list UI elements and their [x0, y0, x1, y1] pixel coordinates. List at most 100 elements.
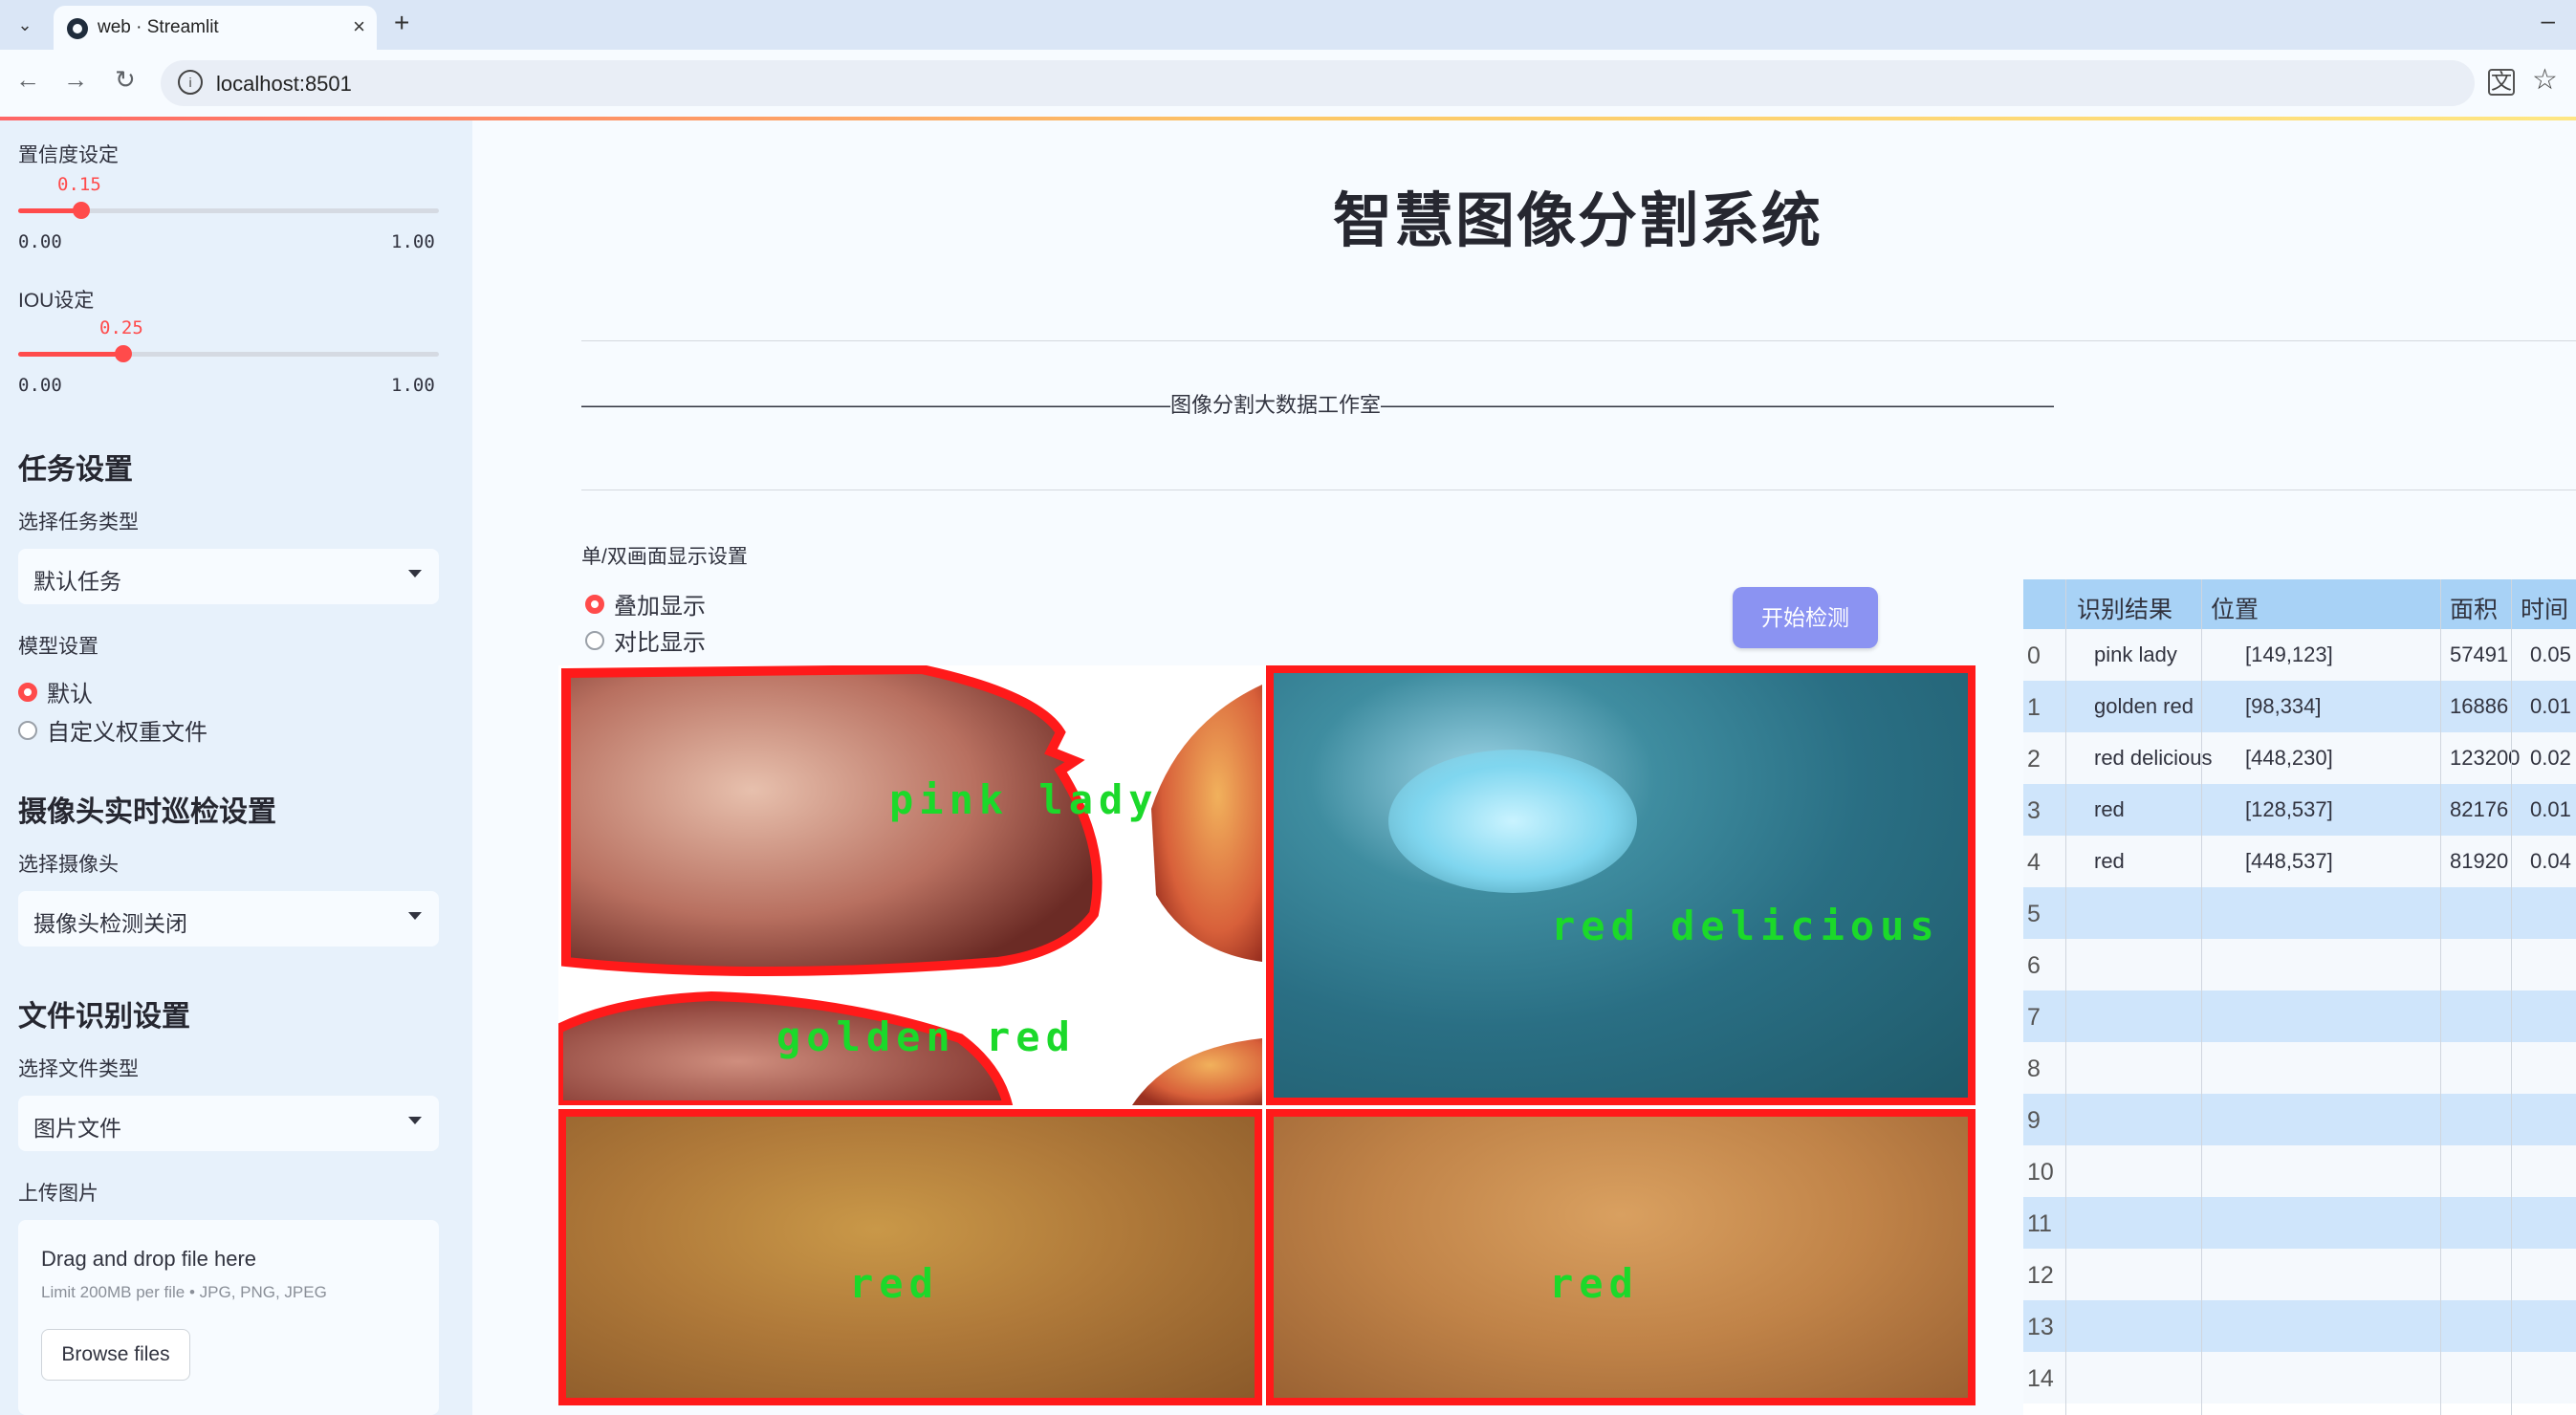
image-quadrant-top-left: pink lady golden red: [558, 665, 1262, 1105]
camera-settings-heading: 摄像头实时巡检设置: [18, 796, 276, 828]
table-header: 识别结果 位置 面积 时间: [2023, 579, 2576, 629]
table-row-empty[interactable]: 12: [2023, 1249, 2576, 1300]
row-index: 10: [2027, 1159, 2054, 1186]
model-option-default[interactable]: 默认: [18, 675, 93, 708]
task-type-select[interactable]: 默认任务: [18, 549, 439, 604]
row-index: 13: [2027, 1314, 2054, 1340]
iou-value: 0.25: [99, 317, 143, 338]
upload-title: Drag and drop file here: [41, 1247, 257, 1271]
row-index: 2: [2027, 746, 2041, 773]
forward-arrow-icon[interactable]: →: [63, 65, 88, 95]
display-option-compare-label: 对比显示: [614, 630, 706, 656]
file-uploader-dropzone[interactable]: Drag and drop file here Limit 200MB per …: [18, 1220, 439, 1415]
back-arrow-icon[interactable]: ←: [15, 65, 40, 95]
segment-label-red-1: red: [849, 1260, 939, 1307]
cell-time: 0.04: [2530, 849, 2571, 873]
apple-right-edge: [1151, 685, 1262, 962]
radio-selected-icon: [585, 594, 604, 614]
cell-time: 0.01: [2530, 797, 2571, 821]
url-field[interactable]: i localhost:8501: [161, 60, 2475, 106]
table-row[interactable]: 3 red [128,537] 82176 0.01: [2023, 784, 2576, 836]
bookmark-star-icon[interactable]: ☆: [2532, 63, 2558, 97]
segment-label-red-2: red: [1549, 1260, 1639, 1307]
header-result: 识别结果: [2077, 597, 2173, 623]
browse-files-button[interactable]: Browse files: [41, 1329, 190, 1381]
segment-label-red-delicious: red delicious: [1551, 903, 1940, 949]
tab-title: web · Streamlit: [98, 17, 219, 37]
segment-label-pink-lady: pink lady: [889, 776, 1159, 823]
upload-limit: Limit 200MB per file • JPG, PNG, JPEG: [41, 1283, 327, 1301]
cell-time: 0.01: [2530, 694, 2571, 718]
row-index: 8: [2027, 1056, 2041, 1082]
row-index: 11: [2027, 1210, 2052, 1237]
table-row-empty[interactable]: 13: [2023, 1300, 2576, 1352]
minimize-icon[interactable]: –: [2542, 6, 2555, 35]
camera-label: 选择摄像头: [18, 854, 119, 876]
cell-result: red delicious: [2094, 746, 2213, 770]
apple-bottom-right: [1132, 1038, 1262, 1105]
task-type-value: 默认任务: [33, 569, 121, 594]
model-settings-label: 模型设置: [18, 636, 98, 658]
iou-slider-thumb[interactable]: [115, 345, 132, 362]
table-row[interactable]: 1 golden red [98,334] 16886 0.01: [2023, 681, 2576, 732]
file-type-select[interactable]: 图片文件: [18, 1096, 439, 1151]
cell-area: 81920: [2450, 849, 2509, 873]
browser-tab[interactable]: web · Streamlit ×: [54, 6, 377, 50]
row-index: 9: [2027, 1107, 2041, 1134]
chevron-down-icon: [408, 1117, 422, 1124]
task-type-label: 选择任务类型: [18, 512, 139, 533]
results-table[interactable]: 识别结果 位置 面积 时间 0 pink lady [149,123] 5749…: [2023, 579, 2576, 1415]
radio-unselected-icon: [18, 720, 37, 740]
table-row-empty[interactable]: 7: [2023, 990, 2576, 1042]
table-row-empty[interactable]: 10: [2023, 1145, 2576, 1197]
row-index: 12: [2027, 1262, 2054, 1289]
iou-label: IOU设定: [18, 290, 95, 312]
display-option-compare[interactable]: 对比显示: [585, 623, 706, 657]
table-row-empty[interactable]: 6: [2023, 939, 2576, 990]
url-text: localhost:8501: [216, 72, 352, 96]
table-row[interactable]: 2 red delicious [448,230] 123200 0.02: [2023, 732, 2576, 784]
cell-position: [448,537]: [2245, 849, 2333, 873]
confidence-slider[interactable]: [18, 202, 439, 219]
reload-icon[interactable]: ↻: [115, 65, 136, 95]
radio-unselected-icon: [585, 630, 604, 650]
start-detection-button[interactable]: 开始检测: [1733, 587, 1878, 648]
banner-text: ————————————————————————————图像分割大数据工作室——…: [581, 393, 2055, 417]
table-row-empty[interactable]: 11: [2023, 1197, 2576, 1249]
site-info-icon[interactable]: i: [178, 70, 203, 95]
confidence-max: 1.00: [391, 231, 435, 252]
iou-min: 0.00: [18, 375, 62, 396]
table-row-empty[interactable]: 9: [2023, 1094, 2576, 1145]
table-row[interactable]: 4 red [448,537] 81920 0.04: [2023, 836, 2576, 887]
segmentation-result-image: pink lady golden red red delicious red r…: [558, 665, 1976, 1405]
table-row-empty[interactable]: 14: [2023, 1352, 2576, 1404]
table-row[interactable]: 0 pink lady [149,123] 57491 0.05: [2023, 629, 2576, 681]
row-index: 0: [2027, 642, 2041, 669]
cell-position: [149,123]: [2245, 642, 2333, 666]
tab-search-chevron-icon[interactable]: ⌄: [10, 10, 40, 40]
row-index: 3: [2027, 797, 2041, 824]
display-option-overlay[interactable]: 叠加显示: [585, 587, 706, 620]
confidence-slider-thumb[interactable]: [73, 202, 90, 219]
model-option-default-label: 默认: [47, 682, 93, 708]
cell-result: red: [2094, 849, 2125, 873]
chevron-down-icon: [408, 570, 422, 577]
streamlit-favicon-icon: [67, 18, 88, 39]
translate-icon[interactable]: 文: [2488, 69, 2515, 96]
new-tab-plus-icon[interactable]: +: [394, 8, 409, 38]
camera-select[interactable]: 摄像头检测关闭: [18, 891, 439, 947]
browser-tab-bar: ⌄ web · Streamlit × + –: [0, 0, 2576, 50]
column-divider: [2065, 579, 2066, 1415]
cell-result: red: [2094, 797, 2125, 821]
file-settings-heading: 文件识别设置: [18, 1001, 190, 1033]
table-row-empty[interactable]: 8: [2023, 1042, 2576, 1094]
cell-time: 0.02: [2530, 746, 2571, 770]
header-area: 面积: [2450, 597, 2499, 623]
iou-slider[interactable]: [18, 345, 439, 362]
table-row-empty[interactable]: 5: [2023, 887, 2576, 939]
confidence-min: 0.00: [18, 231, 62, 252]
close-icon[interactable]: ×: [353, 14, 365, 39]
cell-area: 57491: [2450, 642, 2509, 666]
model-option-custom[interactable]: 自定义权重文件: [18, 713, 207, 747]
cell-position: [98,334]: [2245, 694, 2322, 718]
